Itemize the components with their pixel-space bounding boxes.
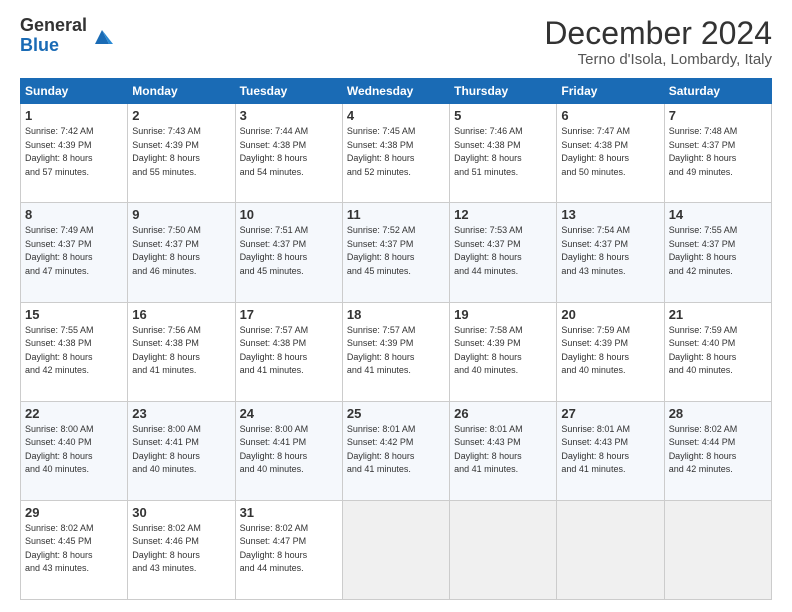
cell-dec-19: 19 Sunrise: 7:58 AMSunset: 4:39 PMDaylig… (450, 302, 557, 401)
cell-dec-27: 27 Sunrise: 8:01 AMSunset: 4:43 PMDaylig… (557, 401, 664, 500)
day-num-9: 9 (132, 207, 230, 222)
logo-icon (91, 26, 113, 48)
title-block: December 2024 Terno d'Isola, Lombardy, I… (544, 16, 772, 68)
header-wednesday: Wednesday (342, 79, 449, 104)
day-num-21: 21 (669, 307, 767, 322)
week-5: 29 Sunrise: 8:02 AMSunset: 4:45 PMDaylig… (21, 500, 772, 599)
cell-dec-2: 2 Sunrise: 7:43 AMSunset: 4:39 PMDayligh… (128, 104, 235, 203)
day-num-30: 30 (132, 505, 230, 520)
cell-dec-29: 29 Sunrise: 8:02 AMSunset: 4:45 PMDaylig… (21, 500, 128, 599)
day-num-13: 13 (561, 207, 659, 222)
week-4: 22 Sunrise: 8:00 AMSunset: 4:40 PMDaylig… (21, 401, 772, 500)
cell-dec-21: 21 Sunrise: 7:59 AMSunset: 4:40 PMDaylig… (664, 302, 771, 401)
day-num-27: 27 (561, 406, 659, 421)
day-num-1: 1 (25, 108, 123, 123)
week-1: 1 Sunrise: 7:42 AMSunset: 4:39 PMDayligh… (21, 104, 772, 203)
day-num-19: 19 (454, 307, 552, 322)
cell-dec-23: 23 Sunrise: 8:00 AMSunset: 4:41 PMDaylig… (128, 401, 235, 500)
day-num-16: 16 (132, 307, 230, 322)
logo-text: General Blue (20, 16, 87, 56)
cell-dec-9: 9 Sunrise: 7:50 AMSunset: 4:37 PMDayligh… (128, 203, 235, 302)
day-num-15: 15 (25, 307, 123, 322)
header-sunday: Sunday (21, 79, 128, 104)
day-num-14: 14 (669, 207, 767, 222)
header-thursday: Thursday (450, 79, 557, 104)
day-num-28: 28 (669, 406, 767, 421)
cell-dec-20: 20 Sunrise: 7:59 AMSunset: 4:39 PMDaylig… (557, 302, 664, 401)
day-num-29: 29 (25, 505, 123, 520)
cell-dec-13: 13 Sunrise: 7:54 AMSunset: 4:37 PMDaylig… (557, 203, 664, 302)
day-num-12: 12 (454, 207, 552, 222)
cell-dec-1: 1 Sunrise: 7:42 AMSunset: 4:39 PMDayligh… (21, 104, 128, 203)
cell-empty-1 (342, 500, 449, 599)
cell-dec-3: 3 Sunrise: 7:44 AMSunset: 4:38 PMDayligh… (235, 104, 342, 203)
day-num-26: 26 (454, 406, 552, 421)
calendar-table: Sunday Monday Tuesday Wednesday Thursday… (20, 78, 772, 600)
day-num-17: 17 (240, 307, 338, 322)
cell-dec-24: 24 Sunrise: 8:00 AMSunset: 4:41 PMDaylig… (235, 401, 342, 500)
cell-dec-16: 16 Sunrise: 7:56 AMSunset: 4:38 PMDaylig… (128, 302, 235, 401)
day-num-6: 6 (561, 108, 659, 123)
cell-dec-6: 6 Sunrise: 7:47 AMSunset: 4:38 PMDayligh… (557, 104, 664, 203)
cell-dec-7: 7 Sunrise: 7:48 AMSunset: 4:37 PMDayligh… (664, 104, 771, 203)
day-num-22: 22 (25, 406, 123, 421)
day-num-20: 20 (561, 307, 659, 322)
header-tuesday: Tuesday (235, 79, 342, 104)
week-3: 15 Sunrise: 7:55 AMSunset: 4:38 PMDaylig… (21, 302, 772, 401)
day-num-24: 24 (240, 406, 338, 421)
cell-dec-28: 28 Sunrise: 8:02 AMSunset: 4:44 PMDaylig… (664, 401, 771, 500)
calendar-header-row: Sunday Monday Tuesday Wednesday Thursday… (21, 79, 772, 104)
page: General Blue December 2024 Terno d'Isola… (0, 0, 792, 612)
cell-dec-14: 14 Sunrise: 7:55 AMSunset: 4:37 PMDaylig… (664, 203, 771, 302)
cell-dec-30: 30 Sunrise: 8:02 AMSunset: 4:46 PMDaylig… (128, 500, 235, 599)
header-saturday: Saturday (664, 79, 771, 104)
day-num-11: 11 (347, 207, 445, 222)
header-monday: Monday (128, 79, 235, 104)
logo-blue: Blue (20, 36, 87, 56)
cell-dec-15: 15 Sunrise: 7:55 AMSunset: 4:38 PMDaylig… (21, 302, 128, 401)
cell-dec-31: 31 Sunrise: 8:02 AMSunset: 4:47 PMDaylig… (235, 500, 342, 599)
cell-dec-25: 25 Sunrise: 8:01 AMSunset: 4:42 PMDaylig… (342, 401, 449, 500)
main-title: December 2024 (544, 16, 772, 51)
day-num-18: 18 (347, 307, 445, 322)
day-num-31: 31 (240, 505, 338, 520)
subtitle: Terno d'Isola, Lombardy, Italy (544, 51, 772, 68)
day-num-4: 4 (347, 108, 445, 123)
cell-dec-5: 5 Sunrise: 7:46 AMSunset: 4:38 PMDayligh… (450, 104, 557, 203)
day-num-7: 7 (669, 108, 767, 123)
day-num-25: 25 (347, 406, 445, 421)
day-num-5: 5 (454, 108, 552, 123)
logo: General Blue (20, 16, 113, 56)
logo-general: General (20, 16, 87, 36)
cell-text-1: Sunrise: 7:42 AMSunset: 4:39 PMDaylight:… (25, 125, 123, 179)
cell-dec-22: 22 Sunrise: 8:00 AMSunset: 4:40 PMDaylig… (21, 401, 128, 500)
cell-dec-4: 4 Sunrise: 7:45 AMSunset: 4:38 PMDayligh… (342, 104, 449, 203)
day-num-23: 23 (132, 406, 230, 421)
header: General Blue December 2024 Terno d'Isola… (20, 16, 772, 68)
cell-dec-10: 10 Sunrise: 7:51 AMSunset: 4:37 PMDaylig… (235, 203, 342, 302)
day-num-2: 2 (132, 108, 230, 123)
week-2: 8 Sunrise: 7:49 AMSunset: 4:37 PMDayligh… (21, 203, 772, 302)
cell-dec-11: 11 Sunrise: 7:52 AMSunset: 4:37 PMDaylig… (342, 203, 449, 302)
cell-dec-18: 18 Sunrise: 7:57 AMSunset: 4:39 PMDaylig… (342, 302, 449, 401)
cell-dec-8: 8 Sunrise: 7:49 AMSunset: 4:37 PMDayligh… (21, 203, 128, 302)
cell-dec-12: 12 Sunrise: 7:53 AMSunset: 4:37 PMDaylig… (450, 203, 557, 302)
cell-dec-26: 26 Sunrise: 8:01 AMSunset: 4:43 PMDaylig… (450, 401, 557, 500)
cell-dec-17: 17 Sunrise: 7:57 AMSunset: 4:38 PMDaylig… (235, 302, 342, 401)
day-num-3: 3 (240, 108, 338, 123)
cell-empty-3 (557, 500, 664, 599)
day-num-10: 10 (240, 207, 338, 222)
day-num-8: 8 (25, 207, 123, 222)
header-friday: Friday (557, 79, 664, 104)
cell-empty-2 (450, 500, 557, 599)
cell-empty-4 (664, 500, 771, 599)
